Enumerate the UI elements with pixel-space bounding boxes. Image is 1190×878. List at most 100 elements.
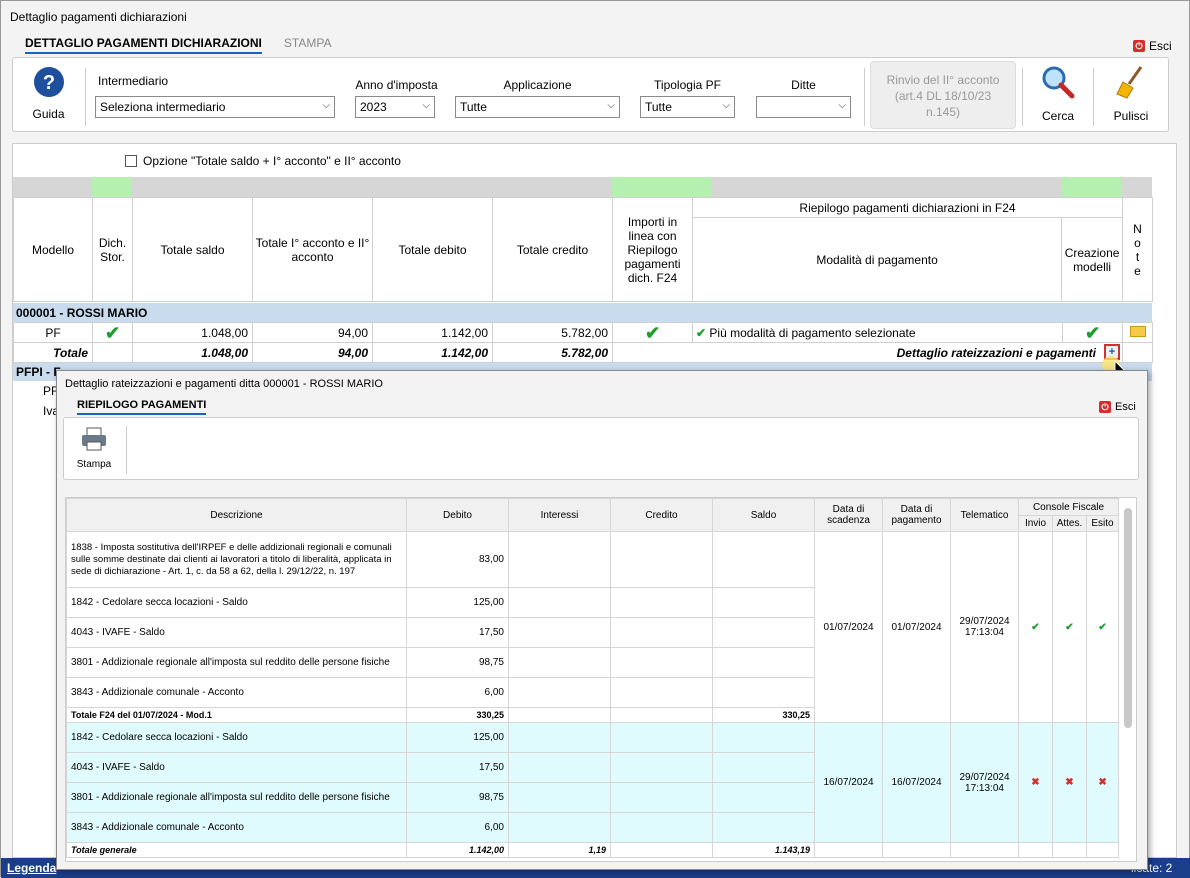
- col-acc-2: acconto: [291, 249, 334, 264]
- scad-2: scadenza: [827, 515, 870, 526]
- col-scadenza[interactable]: Data di scadenza: [814, 498, 883, 532]
- anno-label: Anno d'imposta: [355, 78, 438, 92]
- anno-select[interactable]: 2023 ⌵: [355, 96, 435, 118]
- cell-desc: 1838 - Imposta sostitutiva dell'IRPEF e …: [66, 531, 407, 588]
- col-saldo[interactable]: Saldo: [712, 498, 815, 532]
- col-attes[interactable]: Attes.: [1052, 515, 1087, 532]
- window-title: Dettaglio pagamenti dichiarazioni: [10, 10, 187, 24]
- col-debito[interactable]: Debito: [406, 498, 509, 532]
- divider: [1022, 68, 1023, 126]
- cerca-button[interactable]: Cerca: [1033, 64, 1083, 123]
- anno-value: 2023: [360, 100, 387, 114]
- intermediario-select[interactable]: Seleziona intermediario ⌵: [95, 96, 335, 118]
- col-totale-credito[interactable]: Totale credito: [492, 197, 613, 302]
- legenda-link[interactable]: Legenda: [7, 861, 56, 875]
- cell-desc: 3801 - Addizionale regionale all'imposta…: [66, 782, 407, 813]
- cell-debito: 1.142,00: [372, 322, 493, 343]
- col-note[interactable]: N o t e: [1122, 197, 1153, 302]
- tel-time: 17:13:04: [965, 782, 1004, 794]
- cell-scadenza: 01/07/2024: [814, 531, 883, 723]
- stampa-label: Stampa: [76, 459, 112, 470]
- scrollbar-thumb[interactable]: [1124, 508, 1132, 728]
- imp4: pagamenti: [624, 256, 681, 271]
- chevron-down-icon: ⌵: [322, 100, 330, 111]
- guida-button[interactable]: ? Guida: [21, 66, 76, 121]
- table-row[interactable]: PF ✔ 1.048,00 94,00 1.142,00 5.782,00 ✔ …: [13, 322, 1153, 343]
- col-dich-2: Stor.: [100, 249, 125, 264]
- data-rows: PF ✔ 1.048,00 94,00 1.142,00 5.782,00 ✔ …: [13, 322, 1153, 363]
- cell-pagamento: 16/07/2024: [882, 722, 951, 843]
- col-creazione[interactable]: Creazione modelli: [1062, 218, 1122, 301]
- tab-dettaglio[interactable]: DETTAGLIO PAGAMENTI DICHIARAZIONI: [25, 36, 262, 54]
- totale-debito: 1.142,00: [372, 342, 493, 363]
- exit-icon: ⏻: [1099, 401, 1111, 413]
- col-totale-debito[interactable]: Totale debito: [372, 197, 493, 302]
- col-modalita[interactable]: Modalità di pagamento: [693, 218, 1063, 301]
- option-checkbox[interactable]: Opzione "Totale saldo + I° acconto" e II…: [125, 154, 401, 168]
- col-invio[interactable]: Invio: [1018, 515, 1053, 532]
- imp3: Riepilogo: [627, 242, 678, 257]
- cell-desc: 4043 - IVAFE - Saldo: [66, 752, 407, 783]
- checkbox-box[interactable]: [125, 155, 137, 167]
- modalita-text: Più modalità di pagamento selezionate: [709, 325, 916, 340]
- cell-desc: 4043 - IVAFE - Saldo: [66, 617, 407, 648]
- col-totale-saldo[interactable]: Totale saldo: [132, 197, 253, 302]
- col-totale-acconto[interactable]: Totale I° acconto e II° acconto: [252, 197, 373, 302]
- check-icon: ✔: [92, 322, 133, 343]
- folder-icon[interactable]: [1122, 322, 1153, 343]
- subtotal-label: Totale F24 del 01/07/2024 - Mod.1: [66, 707, 407, 723]
- cell-debito: 6,00: [406, 812, 509, 843]
- esci-button[interactable]: ⏻ Esci: [1133, 39, 1172, 53]
- stampa-button[interactable]: Stampa: [72, 426, 116, 470]
- dettaglio-text: Dettaglio rateizzazioni e pagamenti: [896, 345, 1096, 360]
- check-icon: ✔: [1052, 531, 1087, 723]
- intermediario-label: Intermediario: [98, 74, 169, 88]
- col-pagamento[interactable]: Data di pagamento: [882, 498, 951, 532]
- dettaglio-link[interactable]: Dettaglio rateizzazioni e pagamenti +: [612, 342, 1123, 363]
- ditte-select[interactable]: ⌵: [756, 96, 851, 118]
- check-icon: ✔: [1062, 322, 1123, 343]
- table-row[interactable]: 1842 - Cedolare secca locazioni - Saldo …: [66, 722, 1120, 843]
- col-acc-1: Totale I° acconto e II°: [255, 235, 370, 250]
- search-icon: [1042, 66, 1075, 99]
- tab-riepilogo[interactable]: RIEPILOGO PAGAMENTI: [77, 399, 207, 415]
- tel-date: 29/07/2024: [959, 616, 1010, 627]
- rinvio-line2: (art.4 DL 18/10/23: [894, 89, 992, 103]
- table-row[interactable]: 1838 - Imposta sostitutiva dell'IRPEF e …: [66, 531, 1120, 723]
- pag-1: Data di: [900, 504, 933, 515]
- totale-acconto: 94,00: [252, 342, 373, 363]
- cell-desc: 3801 - Addizionale regionale all'imposta…: [66, 647, 407, 678]
- popup-toolbar: Stampa: [63, 417, 1139, 480]
- pag-2: pagamento: [891, 515, 942, 526]
- col-esito[interactable]: Esito: [1085, 515, 1120, 532]
- chevron-down-icon: ⌵: [722, 100, 730, 111]
- cell-telematico: 29/07/2024 17:13:04: [950, 722, 1019, 843]
- cell-debito: 98,75: [406, 782, 509, 813]
- rinvio-acconto-button[interactable]: Rinvio del II° acconto (art.4 DL 18/10/2…: [870, 61, 1016, 129]
- cell-modalita[interactable]: ✔ Più modalità di pagamento selezionate: [692, 322, 1063, 343]
- cell-debito: 83,00: [406, 531, 509, 588]
- cell-scadenza: 16/07/2024: [814, 722, 883, 843]
- col-dich[interactable]: Dich. Stor.: [92, 197, 133, 302]
- grand-total-debito: 1.142,00: [406, 842, 509, 858]
- imp1: Importi in: [627, 214, 678, 229]
- check-icon: ✔: [696, 325, 707, 340]
- pagamenti-grid: Descrizione Debito Interessi Credito Sal…: [65, 497, 1137, 862]
- col-telematico[interactable]: Telematico: [950, 498, 1019, 532]
- col-importi[interactable]: Importi in linea con Riepilogo pagamenti dic…: [612, 197, 693, 302]
- divider: [126, 426, 127, 474]
- cross-icon: ✖: [1018, 722, 1053, 843]
- col-credito[interactable]: Credito: [610, 498, 713, 532]
- tab-stampa[interactable]: STAMPA: [284, 36, 332, 54]
- group-row[interactable]: 000001 - ROSSI MARIO: [13, 303, 1152, 322]
- popup-esci-button[interactable]: ⏻ Esci: [1099, 401, 1136, 413]
- col-interessi[interactable]: Interessi: [508, 498, 611, 532]
- tipologia-select[interactable]: Tutte ⌵: [640, 96, 735, 118]
- pulisci-button[interactable]: Pulisci: [1106, 64, 1156, 123]
- col-modello[interactable]: Modello: [13, 197, 93, 302]
- applicazione-select[interactable]: Tutte ⌵: [455, 96, 620, 118]
- results-grid: Modello Dich. Stor. Totale saldo Totale I…: [13, 197, 1153, 302]
- col-descrizione[interactable]: Descrizione: [66, 498, 407, 532]
- cell-debito: 125,00: [406, 587, 509, 618]
- cell-debito: 6,00: [406, 677, 509, 708]
